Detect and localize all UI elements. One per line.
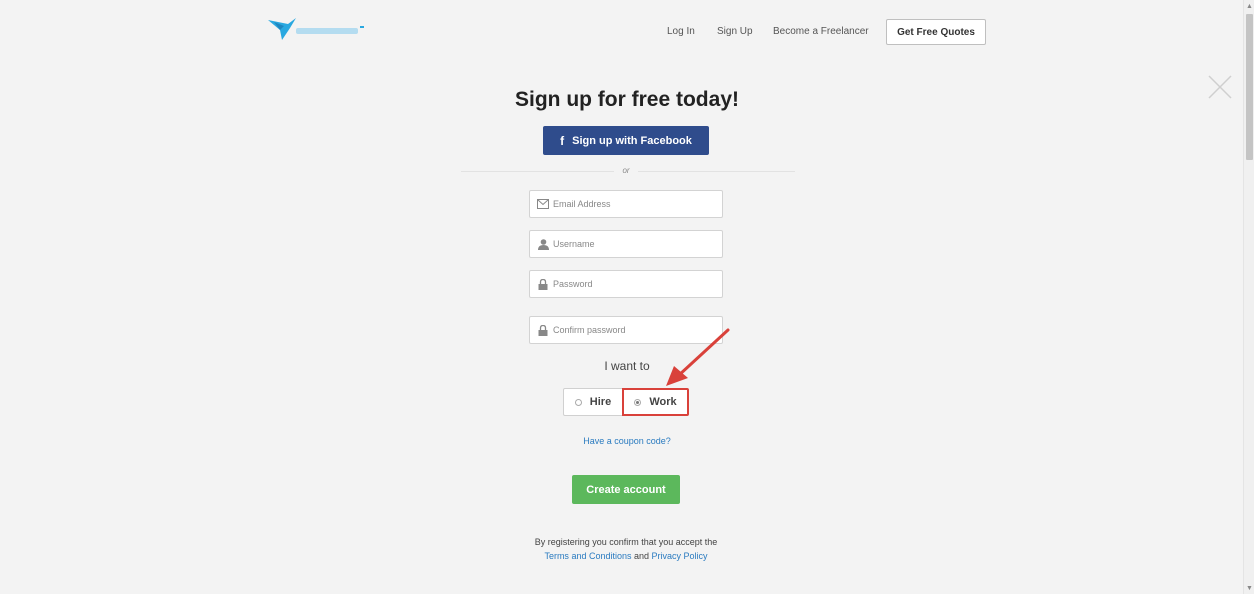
email-field[interactable] xyxy=(529,190,723,218)
password-field[interactable] xyxy=(529,270,723,298)
username-field[interactable] xyxy=(529,230,723,258)
user-icon xyxy=(537,238,549,250)
i-want-to-label: I want to xyxy=(604,359,650,373)
hire-radio[interactable] xyxy=(574,398,582,406)
coupon-code-link[interactable]: Have a coupon code? xyxy=(0,436,1254,446)
password-input[interactable] xyxy=(553,279,722,289)
scroll-up-icon[interactable]: ▲ xyxy=(1246,3,1253,10)
work-option[interactable]: Work xyxy=(622,388,689,416)
or-text: or xyxy=(614,166,638,175)
nav-login-link[interactable]: Log In xyxy=(667,26,695,37)
nav-become-freelancer-link[interactable]: Become a Freelancer xyxy=(773,26,869,37)
page-title: Sign up for free today! xyxy=(514,88,739,111)
terms-and-conditions-link[interactable]: Terms and Conditions xyxy=(544,551,631,561)
username-input[interactable] xyxy=(553,239,722,249)
terms-intro: By registering you confirm that you acce… xyxy=(534,537,718,547)
annotation-arrow xyxy=(666,328,730,386)
work-radio[interactable] xyxy=(634,398,642,406)
nav-signup-link[interactable]: Sign Up xyxy=(717,26,753,37)
get-free-quotes-button[interactable]: Get Free Quotes xyxy=(886,19,986,45)
coupon-code-label[interactable]: Have a coupon code? xyxy=(583,436,671,446)
lock-icon xyxy=(537,324,549,336)
top-nav: Log In Sign Up Become a Freelancer Get F… xyxy=(0,19,1254,45)
terms-text: By registering you confirm that you acce… xyxy=(527,535,725,563)
facebook-icon: f xyxy=(560,133,565,148)
envelope-icon xyxy=(537,198,549,210)
terms-and-text: and xyxy=(634,551,650,561)
work-label: Work xyxy=(649,396,677,408)
lock-icon xyxy=(537,278,549,290)
create-account-button[interactable]: Create account xyxy=(572,475,680,504)
scrollbar-thumb[interactable] xyxy=(1246,14,1253,160)
facebook-signup-label: Sign up with Facebook xyxy=(572,134,692,147)
privacy-policy-link[interactable]: Privacy Policy xyxy=(652,551,708,561)
hire-label: Hire xyxy=(589,396,612,408)
email-input[interactable] xyxy=(553,199,722,209)
scroll-down-icon[interactable]: ▼ xyxy=(1246,585,1253,592)
facebook-signup-button[interactable]: f Sign up with Facebook xyxy=(543,126,709,155)
hire-option[interactable]: Hire xyxy=(563,388,623,416)
